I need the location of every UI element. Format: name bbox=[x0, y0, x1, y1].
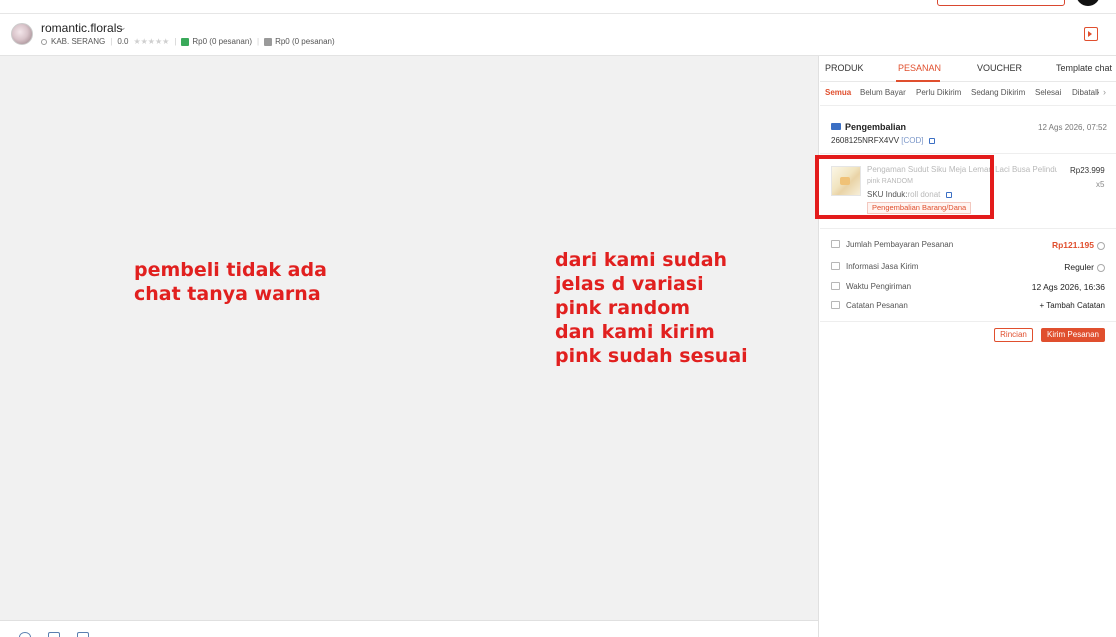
subtab-selesai[interactable]: Selesai bbox=[1035, 88, 1061, 97]
shipping-service: Reguler bbox=[1064, 262, 1094, 272]
info-icon[interactable] bbox=[1097, 263, 1105, 272]
stat-unpaid: Rp0 (0 pesanan) bbox=[275, 37, 335, 46]
panel-toggle-icon[interactable] bbox=[1084, 27, 1098, 41]
shipping-value: Reguler bbox=[1064, 262, 1105, 272]
order-type: Pengembalian bbox=[845, 122, 907, 132]
divider bbox=[820, 321, 1116, 322]
add-note-link[interactable]: + Tambah Catatan bbox=[1040, 301, 1105, 310]
wallet-icon bbox=[181, 37, 190, 46]
payment-tag: [COD] bbox=[901, 136, 924, 145]
star-icon: ★★★★★ bbox=[133, 37, 170, 46]
shipping-label: Informasi Jasa Kirim bbox=[846, 262, 919, 271]
divider bbox=[820, 153, 1116, 154]
ship-time-label: Waktu Pengiriman bbox=[846, 282, 912, 291]
meta-divider: | bbox=[110, 37, 113, 46]
tab-voucher[interactable]: VOUCHER bbox=[977, 63, 1022, 73]
shop-meta: KAB. SERANG | 0.0 ★★★★★ | Rp0 (0 pesanan… bbox=[41, 37, 335, 46]
subtab-sedang-dikirim[interactable]: Sedang Dikirim bbox=[971, 88, 1025, 97]
subtab-belum-bayar[interactable]: Belum Bayar bbox=[860, 88, 906, 97]
attach-icon[interactable] bbox=[77, 632, 89, 637]
tab-template-chat[interactable]: Template chat bbox=[1056, 63, 1112, 73]
subtab-dibatalkan[interactable]: Dibatalkan bbox=[1072, 88, 1099, 97]
shipping-icon bbox=[831, 262, 840, 270]
top-bar bbox=[0, 0, 1116, 14]
product-price: Rp23.999 bbox=[1070, 166, 1105, 175]
annotation-left: pembeli tidak ada chat tanya warna bbox=[134, 259, 327, 305]
shop-rating: 0.0 bbox=[117, 37, 129, 46]
info-icon[interactable] bbox=[1097, 241, 1105, 250]
chevron-down-icon[interactable]: ⌄ bbox=[119, 22, 127, 33]
link-icon[interactable] bbox=[928, 137, 935, 144]
shop-avatar[interactable] bbox=[11, 23, 33, 45]
chat-header: romantic.florals ⌄ KAB. SERANG | 0.0 ★★★… bbox=[0, 14, 1116, 56]
order-number: 2608125NRFX4VV [COD] bbox=[831, 136, 935, 145]
clock-icon bbox=[831, 282, 840, 290]
bag-icon bbox=[264, 37, 273, 46]
highlight-annotation-box bbox=[815, 155, 994, 219]
emoji-icon[interactable] bbox=[19, 632, 31, 637]
divider bbox=[820, 228, 1116, 229]
order-status-tabs: Semua Belum Bayar Perlu Dikirim Sedang D… bbox=[820, 82, 1116, 106]
order-note-label: Catatan Pesanan bbox=[846, 301, 908, 310]
image-icon[interactable] bbox=[48, 632, 60, 637]
location-icon bbox=[41, 38, 47, 45]
chat-input-toolbar bbox=[0, 620, 819, 637]
user-avatar[interactable] bbox=[1076, 0, 1100, 6]
truck-icon bbox=[831, 123, 841, 130]
details-button[interactable]: Rincian bbox=[994, 328, 1033, 342]
top-action-button[interactable] bbox=[937, 0, 1065, 6]
payment-amount: Rp121.195 bbox=[1051, 240, 1094, 250]
panel-tabs: PRODUK PESANAN VOUCHER Template chat bbox=[820, 56, 1116, 82]
stat-paid: Rp0 (0 pesanan) bbox=[192, 37, 252, 46]
tab-pesanan[interactable]: PESANAN bbox=[898, 63, 941, 73]
chat-messages-area[interactable]: pembeli tidak ada chat tanya warna dari … bbox=[0, 56, 819, 620]
order-side-panel: PRODUK PESANAN VOUCHER Template chat Sem… bbox=[815, 56, 1116, 637]
payment-icon bbox=[831, 240, 840, 248]
send-order-button[interactable]: Kirim Pesanan bbox=[1041, 328, 1105, 342]
meta-divider: | bbox=[174, 37, 177, 46]
subtab-perlu-dikirim[interactable]: Perlu Dikirim bbox=[916, 88, 961, 97]
order-date: 12 Ags 2026, 07:52 bbox=[1038, 123, 1107, 132]
tab-produk[interactable]: PRODUK bbox=[825, 63, 864, 73]
meta-divider: | bbox=[256, 37, 260, 46]
product-quantity: x5 bbox=[1096, 180, 1105, 189]
order-number-value[interactable]: 2608125NRFX4VV bbox=[831, 136, 899, 145]
note-icon bbox=[831, 301, 840, 309]
annotation-right: dari kami sudah jelas d variasi pink ran… bbox=[555, 249, 748, 367]
subtab-semua[interactable]: Semua bbox=[825, 88, 851, 97]
chevron-right-icon[interactable]: › bbox=[1103, 87, 1106, 97]
ship-time-value: 12 Ags 2026, 16:36 bbox=[1031, 282, 1105, 292]
shop-location: KAB. SERANG bbox=[51, 37, 106, 46]
shop-name[interactable]: romantic.florals bbox=[41, 21, 122, 35]
payment-value: Rp121.195 bbox=[1052, 240, 1105, 250]
payment-label: Jumlah Pembayaran Pesanan bbox=[846, 240, 954, 249]
